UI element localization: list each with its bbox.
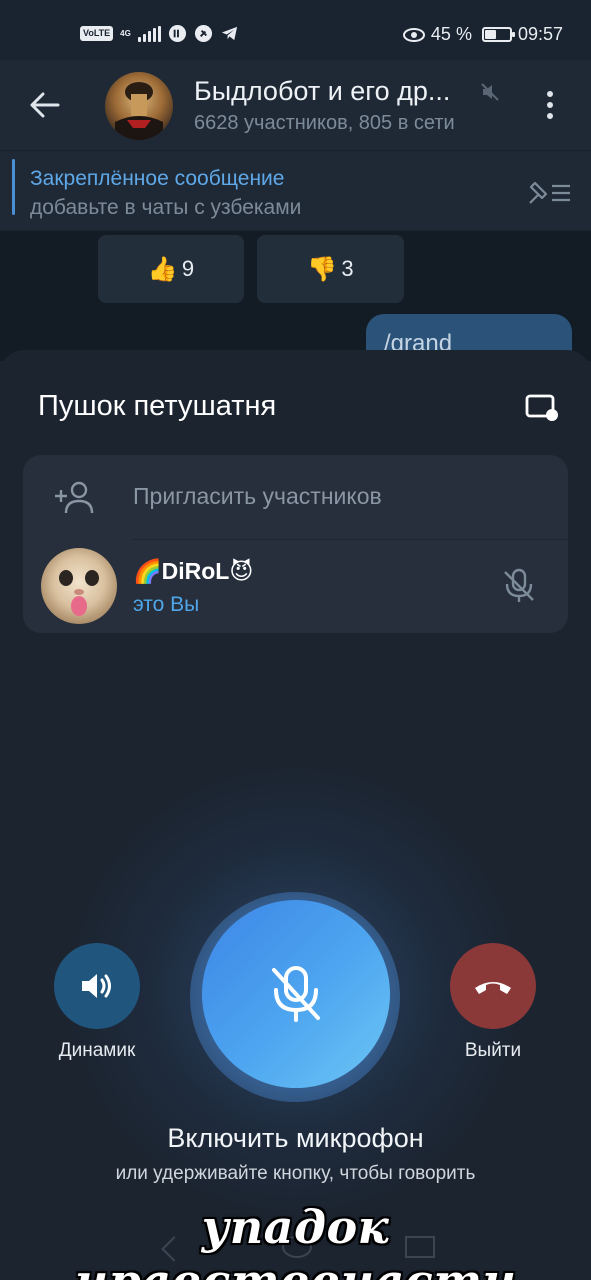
leave-label: Выйти (464, 1040, 522, 1061)
screen-share-icon[interactable] (524, 392, 560, 424)
eye-icon (402, 27, 425, 42)
thumbs-up-icon: 👍 (147, 255, 178, 283)
invite-label: Пригласить участников (133, 483, 382, 509)
reaction-thumbs-down[interactable]: 👎 3 (257, 235, 404, 303)
muted-icon (481, 83, 499, 101)
pinned-title: Закреплённое сообщение (30, 167, 285, 190)
battery-percent: 45 % (430, 24, 472, 44)
participant-row[interactable]: 🌈DiRoL😈 это Вы (23, 540, 568, 633)
add-user-icon (55, 481, 94, 514)
speaker-icon (82, 974, 111, 998)
cat-image (59, 570, 99, 616)
speaker-button[interactable] (54, 943, 140, 1029)
leave-button[interactable] (450, 943, 536, 1029)
telegram-icon (221, 26, 237, 41)
screen: VoLTE 4G 45 % 09:57 Быдлобот и его др...… (0, 0, 591, 1280)
reaction-count: 9 (181, 256, 195, 281)
thumbs-down-icon: 👎 (307, 255, 338, 283)
mic-hint-subtitle: или удерживайте кнопку, чтобы говорить (115, 1163, 476, 1184)
invite-members-button[interactable]: Пригласить участников (23, 455, 568, 539)
voice-chat-title: Пушок петушатня (38, 390, 277, 422)
pinned-list-icon[interactable] (526, 177, 572, 207)
participant-name: 🌈DiRoL😈 (133, 558, 254, 584)
status-indicators: VoLTE 4G (80, 24, 239, 43)
reaction-thumbs-up[interactable]: 👍 9 (98, 235, 244, 303)
avatar-image (115, 82, 163, 140)
network-type: 4G (120, 28, 131, 38)
chat-header: Быдлобот и его др... 6628 участников, 80… (0, 60, 591, 150)
more-vertical-icon (547, 91, 553, 97)
pinned-text: добавьте в чаты с узбеками (30, 196, 302, 219)
pinned-message-bar[interactable]: Закреплённое сообщение добавьте в чаты с… (0, 150, 591, 230)
chat-title[interactable]: Быдлобот и его др... (194, 76, 484, 107)
battery-icon (481, 27, 515, 42)
mic-muted-icon (504, 568, 534, 602)
status-right: 45 % 09:57 (402, 24, 563, 45)
mic-muted-icon (272, 966, 320, 1022)
mic-toggle-button[interactable] (202, 900, 390, 1088)
hang-up-icon (475, 982, 511, 994)
speaker-label: Динамик (58, 1040, 136, 1061)
chat-subtitle: 6628 участников, 805 в сети (194, 112, 455, 134)
shazam-icon (194, 24, 212, 43)
participant-status: это Вы (133, 593, 200, 616)
back-arrow-icon (30, 92, 60, 118)
participant-avatar (41, 548, 117, 624)
group-avatar[interactable] (105, 72, 173, 140)
volte-badge: VoLTE (80, 26, 114, 41)
voice-chat-sheet: Пушок петушатня Пригласить участников 🌈D… (0, 350, 591, 1280)
reaction-count: 3 (341, 256, 354, 281)
participants-list: Пригласить участников 🌈DiRoL😈 это Вы (23, 455, 568, 633)
back-button[interactable] (28, 88, 62, 122)
signal-icon (137, 25, 161, 42)
mic-hint-title: Включить микрофон (167, 1123, 424, 1153)
pinned-indicator (12, 159, 15, 215)
app-notification-icon (168, 24, 186, 43)
more-menu-button[interactable] (536, 88, 564, 122)
caption-text: упадок нравственасти (75, 1200, 516, 1280)
clock: 09:57 (517, 24, 563, 44)
